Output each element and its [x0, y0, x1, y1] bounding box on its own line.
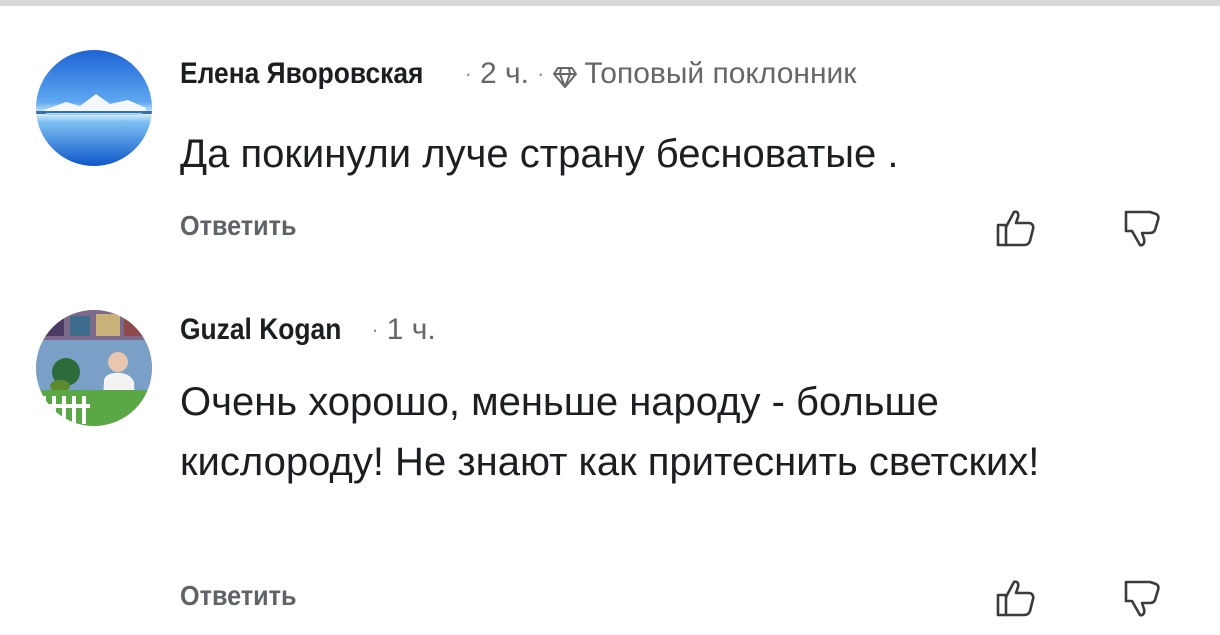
separator-dot: · [536, 61, 545, 86]
comment-time[interactable]: 1 ч. [387, 310, 436, 350]
comment-text: Да покинули луче страну бесноватые . [180, 132, 899, 176]
thumbs-up-icon[interactable] [994, 576, 1038, 620]
thumbs-up-icon[interactable] [994, 206, 1038, 250]
comment-time[interactable]: 2 ч. [480, 54, 529, 94]
comment-item: Елена Яворовская · 2 ч. · Топовый поклон… [0, 0, 1220, 280]
reply-button[interactable]: Ответить [180, 210, 296, 242]
comment-item: Guzal Kogan · 1 ч. Очень хорошо, меньше … [0, 280, 1220, 635]
thumbs-down-icon[interactable] [1120, 576, 1164, 620]
separator-dot: · [464, 61, 472, 86]
separator-dot: · [371, 317, 379, 342]
avatar[interactable] [36, 50, 152, 166]
reply-button[interactable]: Ответить [180, 580, 296, 612]
diamond-icon [552, 61, 578, 88]
author-name[interactable]: Елена Яворовская [180, 54, 423, 94]
thumbs-down-icon[interactable] [1120, 206, 1164, 250]
comment-header: Guzal Kogan · 1 ч. [180, 310, 436, 350]
comment-header: Елена Яворовская · 2 ч. · Топовый поклон… [180, 54, 856, 94]
author-name[interactable]: Guzal Kogan [180, 310, 341, 350]
top-fan-badge[interactable]: Топовый поклонник [584, 54, 856, 94]
comment-text: Очень хорошо, меньше народу - больше кис… [180, 380, 1040, 484]
avatar[interactable] [36, 310, 152, 426]
